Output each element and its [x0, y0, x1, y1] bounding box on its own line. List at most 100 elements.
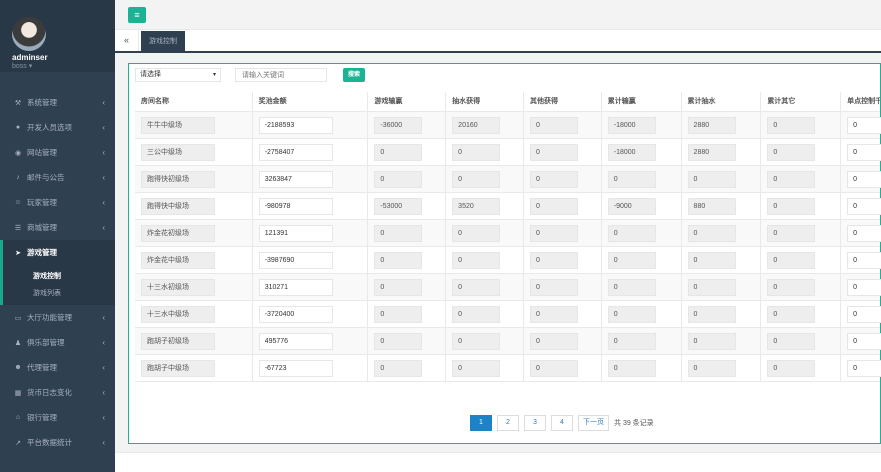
stat-field: 0	[452, 251, 501, 269]
table-cell: 0	[760, 246, 840, 274]
column-header: 累计输赢	[600, 92, 681, 111]
menu-icon: ♟	[14, 339, 22, 347]
control-input[interactable]: 0	[847, 305, 881, 323]
control-input[interactable]: 0	[847, 278, 881, 296]
table-cell: 0	[760, 138, 840, 166]
page-button[interactable]: 3	[524, 415, 546, 431]
stat-field: 0	[767, 197, 816, 215]
table-cell: -67723	[251, 354, 368, 382]
tab-bar: « 游戏控制	[115, 30, 881, 53]
table-cell: 0	[600, 219, 681, 247]
jackpot-input[interactable]: -67723	[258, 359, 333, 377]
table-cell: 跑得快中级场	[135, 193, 252, 220]
search-button[interactable]: 搜索	[343, 68, 365, 82]
sidebar-item[interactable]: ▦ 货币日志变化 ‹	[0, 380, 115, 405]
tab-game-control[interactable]: 游戏控制	[141, 31, 185, 52]
sidebar-item[interactable]: ● 开发人员选项 ‹	[0, 115, 115, 140]
sidebar-menu: ⚒ 系统管理 ‹ ● 开发人员选项 ‹ ◉ 网站管理 ‹ ♪ 邮件与公告 ‹ ☺ 玩家管理 ‹ ☰ 商城管理 ‹ ➤…	[0, 90, 115, 455]
chevron-left-icon: ‹	[102, 413, 105, 422]
jackpot-input[interactable]: 310271	[258, 278, 333, 296]
stat-field: 0	[529, 224, 578, 242]
menu-toggle-button[interactable]: ≡	[128, 7, 146, 23]
table-cell: 0	[367, 273, 445, 301]
table-cell: 0	[760, 111, 840, 139]
sidebar-item[interactable]: ⚒ 系统管理 ‹	[0, 90, 115, 115]
jackpot-input[interactable]: -2188593	[258, 116, 333, 134]
control-input[interactable]: 0	[847, 251, 881, 269]
table-row: 跑得快中级场 -980978 -53000 3520 0 -9000 880 0 0	[135, 192, 881, 220]
table-cell: 495776	[251, 327, 368, 355]
stat-field: 0	[452, 278, 501, 296]
jackpot-input[interactable]: 121391	[258, 224, 333, 242]
sidebar-item-label: 大厅功能管理	[27, 313, 72, 322]
chevron-left-icon: ‹	[102, 388, 105, 397]
table-cell: 0	[680, 327, 761, 355]
chevron-left-icon: ‹	[102, 438, 105, 447]
sidebar-item[interactable]: ↗ 平台数据统计 ‹	[0, 430, 115, 455]
tab-scroll-left-icon[interactable]: «	[115, 30, 139, 51]
next-page-button[interactable]: 下一页	[578, 415, 609, 431]
jackpot-input[interactable]: -980978	[258, 197, 333, 215]
control-input[interactable]: 0	[847, 224, 881, 242]
sidebar-item[interactable]: ♪ 邮件与公告 ‹	[0, 165, 115, 190]
avatar[interactable]	[12, 17, 46, 51]
table-row: 跑胡子中级场 -67723 0 0 0 0 0 0 0	[135, 354, 881, 382]
column-header: 累计抽水	[680, 92, 761, 111]
menu-icon: ♪	[16, 174, 20, 181]
menu-icon: ●	[15, 124, 21, 131]
room-name-field: 牛牛中级场	[141, 116, 215, 134]
table-cell: 0	[522, 354, 601, 382]
filter-select[interactable]: 请选择 ▾	[135, 68, 221, 82]
user-role-dropdown[interactable]: boss ▾	[12, 62, 32, 70]
page-button[interactable]: 4	[551, 415, 573, 431]
sidebar-item[interactable]: ♟ 俱乐部管理 ‹	[0, 330, 115, 355]
page-button[interactable]: 2	[497, 415, 519, 431]
sidebar-item[interactable]: ◉ 网站管理 ‹	[0, 140, 115, 165]
sidebar-item[interactable]: ➤ 游戏管理	[0, 240, 115, 265]
control-input[interactable]: 0	[847, 197, 881, 215]
chevron-left-icon: ‹	[102, 98, 105, 107]
control-input[interactable]: 0	[847, 143, 881, 161]
page-button[interactable]: 1	[470, 415, 492, 431]
sidebar-item[interactable]: ☺ 玩家管理 ‹	[0, 190, 115, 215]
table-cell: 0	[445, 138, 523, 166]
control-input[interactable]: 0	[847, 116, 881, 134]
stat-field: -36000	[374, 116, 423, 134]
table-cell: 跑胡子初级场	[135, 328, 252, 355]
search-input[interactable]	[235, 68, 327, 82]
menu-icon: ▭	[14, 314, 22, 322]
table-cell: 0	[367, 165, 445, 193]
control-input[interactable]: 0	[847, 332, 881, 350]
sidebar-item[interactable]: ▭ 大厅功能管理 ‹	[0, 305, 115, 330]
submenu-item[interactable]: 游戏控制	[33, 267, 115, 284]
table-row: 跑得快初级场 3263847 0 0 0 0 0 0 0	[135, 165, 881, 193]
table-cell: 0	[367, 219, 445, 247]
sidebar-item[interactable]: ⌂ 银行管理 ‹	[0, 405, 115, 430]
control-input[interactable]: 0	[847, 359, 881, 377]
control-input[interactable]: 0	[847, 170, 881, 188]
submenu-item[interactable]: 游戏列表	[33, 284, 115, 301]
table-cell: 0	[600, 300, 681, 328]
table-cell: -3987690	[251, 246, 368, 274]
sidebar-item[interactable]: ☰ 商城管理 ‹	[0, 215, 115, 240]
stat-field: 880	[687, 197, 736, 215]
column-header: 单点控制千	[840, 92, 880, 111]
table-cell: 3520	[445, 192, 523, 220]
stat-field: 0	[529, 170, 578, 188]
stat-field: 0	[767, 305, 816, 323]
jackpot-input[interactable]: -3987690	[258, 251, 333, 269]
jackpot-input[interactable]: -2758407	[258, 143, 333, 161]
filter-select-value: 请选择	[140, 71, 161, 78]
jackpot-input[interactable]: 3263847	[258, 170, 333, 188]
stat-field: 0	[767, 116, 816, 134]
total-records: 共 39 条记录	[614, 420, 654, 427]
sidebar-item-label: 邮件与公告	[27, 173, 65, 182]
jackpot-input[interactable]: 495776	[258, 332, 333, 350]
chevron-left-icon: ‹	[102, 363, 105, 372]
stat-field: 0	[687, 251, 736, 269]
jackpot-input[interactable]: -3720400	[258, 305, 333, 323]
table-cell: 三公中级场	[135, 139, 252, 166]
table-cell: 3263847	[251, 165, 368, 193]
table-cell: 0	[680, 165, 761, 193]
sidebar-item[interactable]: ☻ 代理管理 ‹	[0, 355, 115, 380]
